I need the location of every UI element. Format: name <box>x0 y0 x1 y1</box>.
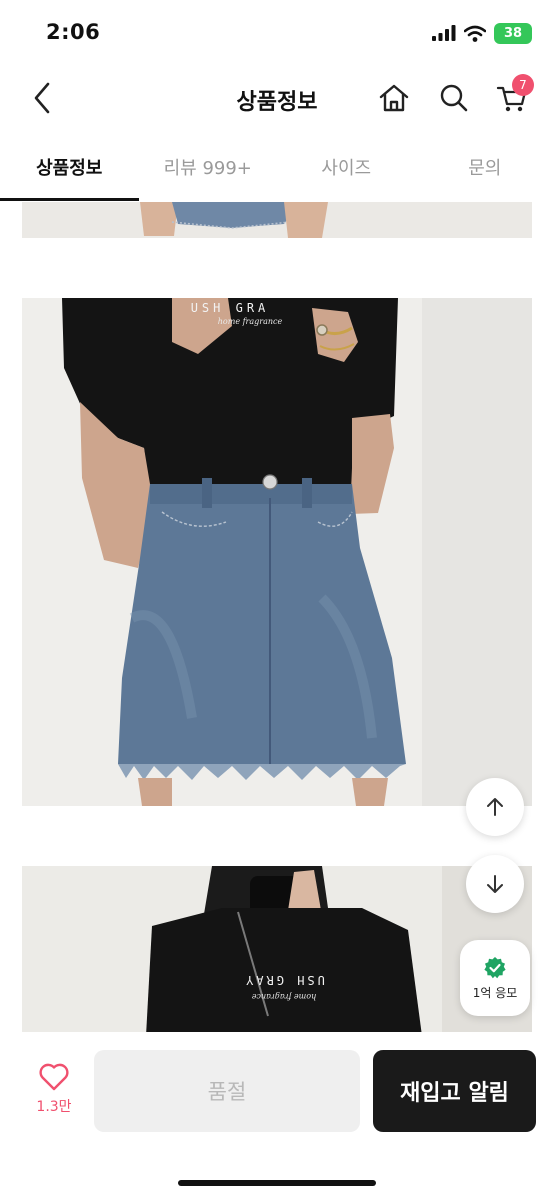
bottom-action-bar: 1.3만 품절 재입고 알림 <box>0 1032 554 1200</box>
status-bar: 2:06 38 <box>0 0 554 64</box>
check-badge-icon <box>484 956 506 978</box>
soldout-button[interactable]: 품절 <box>94 1050 360 1132</box>
like-count: 1.3만 <box>36 1099 72 1115</box>
event-entry-button[interactable]: 1억 응모 <box>460 940 530 1016</box>
entry-label: 1억 응모 <box>472 985 518 1000</box>
cart-badge: 7 <box>512 74 534 96</box>
home-icon <box>379 84 409 112</box>
product-photo-1 <box>22 202 532 238</box>
product-photo-2: USH GRA home fragrance <box>22 298 532 806</box>
tab-inquiry[interactable]: 문의 <box>416 140 554 202</box>
status-time: 2:06 <box>46 20 101 44</box>
arrow-down-icon <box>487 875 503 893</box>
scroll-down-button[interactable] <box>466 855 524 913</box>
wifi-icon <box>464 25 486 42</box>
shirt-print-text-2: USH GRAY <box>243 973 325 987</box>
battery-icon: 38 <box>494 22 532 44</box>
shirt-print-subtext: home fragrance <box>218 317 283 326</box>
heart-icon <box>39 1063 69 1091</box>
search-button[interactable] <box>434 78 474 118</box>
tab-reviews[interactable]: 리뷰 999+ <box>139 140 278 202</box>
shirt-print-subtext-2: home fragrance <box>252 992 317 1001</box>
chevron-left-icon <box>34 82 50 114</box>
arrow-up-icon <box>487 798 503 816</box>
signal-icon <box>432 25 456 41</box>
cart-button[interactable]: 7 <box>492 74 534 118</box>
product-detail-content: USH GRA home fragrance USH GRAY home fra… <box>0 202 554 1032</box>
header: 상품정보 7 <box>0 64 554 134</box>
search-icon <box>440 84 468 112</box>
product-photo-3: USH GRAY home fragrance <box>22 866 532 1032</box>
tab-bar: 상품정보 리뷰 999+ 사이즈 문의 <box>0 140 554 202</box>
status-icons: 38 <box>432 22 532 44</box>
tab-size[interactable]: 사이즈 <box>277 140 416 202</box>
scroll-up-button[interactable] <box>466 778 524 836</box>
home-indicator <box>178 1180 376 1186</box>
restock-alert-button[interactable]: 재입고 알림 <box>373 1050 536 1132</box>
back-button[interactable] <box>22 78 62 118</box>
home-button[interactable] <box>374 78 414 118</box>
tab-product-info[interactable]: 상품정보 <box>0 140 139 202</box>
shirt-print-text: USH GRA <box>191 301 270 315</box>
like-button[interactable]: 1.3만 <box>22 1062 86 1116</box>
